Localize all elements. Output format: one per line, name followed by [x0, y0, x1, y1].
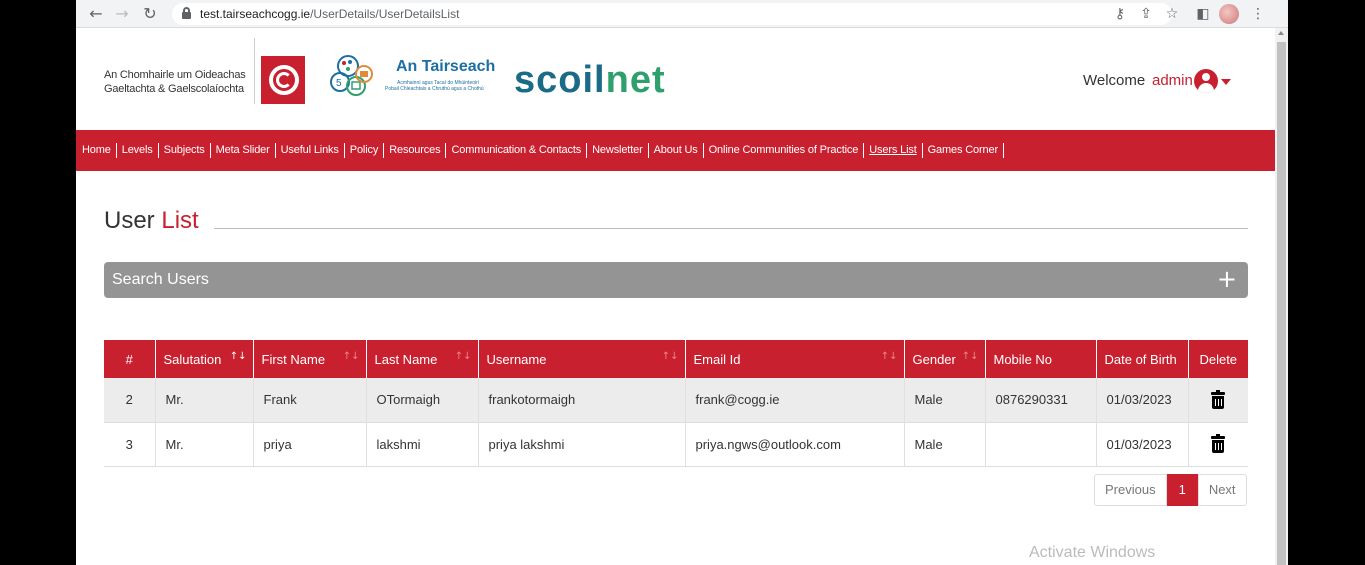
browser-toolbar: ← → ↻ test.tairseachcogg.ie/UserDetails/… — [76, 0, 1288, 28]
cell-gender: Male — [904, 378, 986, 423]
sort-icon[interactable]: ↑↓ — [662, 351, 679, 362]
activate-windows-watermark: Activate Windows — [1029, 544, 1156, 561]
col-gender[interactable]: Gender ↑↓ — [904, 340, 986, 378]
cell-last-name: OTormaigh — [366, 378, 479, 423]
tairseach-logo-icon[interactable]: 5 — [328, 52, 384, 98]
cell-username: frankotormaigh — [478, 378, 686, 423]
col-number: # — [104, 340, 156, 378]
bookmark-star-icon[interactable]: ☆ — [1162, 4, 1182, 24]
cell-first-name: Frank — [253, 378, 367, 423]
logo-divider — [254, 38, 255, 104]
sort-icon[interactable]: ↑↓ — [962, 351, 979, 362]
cell-email: frank@cogg.ie — [685, 378, 905, 423]
profile-avatar[interactable] — [1219, 4, 1239, 24]
nav-item-home[interactable]: Home — [82, 143, 117, 158]
col-mobile: Mobile No — [985, 340, 1097, 378]
key-icon[interactable]: ⚷ — [1110, 4, 1130, 24]
page-title: User List — [104, 207, 199, 234]
cell-dob: 01/03/2023 — [1096, 422, 1189, 467]
org-name: An Chomhairle um Oideachas Gaeltachta & … — [104, 69, 246, 95]
nav-item-about-us[interactable]: About Us — [649, 143, 704, 158]
cell-delete — [1188, 422, 1248, 467]
caret-down-icon[interactable] — [1221, 79, 1231, 85]
title-divider — [214, 228, 1248, 229]
cell-salutation: Mr. — [155, 378, 254, 423]
user-name[interactable]: admin — [1152, 72, 1193, 89]
address-bar[interactable]: test.tairseachcogg.ie/UserDetails/UserDe… — [172, 3, 1172, 25]
tairseach-title: An Tairseach — [396, 58, 496, 75]
svg-text:5: 5 — [336, 78, 342, 89]
col-dob: Date of Birth — [1096, 340, 1189, 378]
trash-icon[interactable] — [1211, 389, 1226, 409]
nav-item-subjects[interactable]: Subjects — [159, 143, 211, 158]
nav-item-useful-links[interactable]: Useful Links — [276, 143, 345, 158]
cell-mobile: 0876290331 — [985, 378, 1097, 423]
table-row: 3 Mr. priya lakshmi priya lakshmi priya.… — [104, 422, 1248, 467]
welcome-text: Welcome — [1083, 72, 1146, 89]
back-arrow-icon[interactable]: ← — [86, 4, 106, 24]
next-page-button[interactable]: Next — [1197, 474, 1247, 506]
browser-window: ← → ↻ test.tairseachcogg.ie/UserDetails/… — [76, 0, 1288, 565]
cell-mobile — [985, 422, 1097, 467]
scrollbar-thumb[interactable] — [1277, 42, 1286, 565]
search-users-panel[interactable]: Search Users + — [104, 262, 1248, 298]
reload-icon[interactable]: ↻ — [140, 4, 160, 24]
nav-item-users-list[interactable]: Users List — [864, 143, 923, 158]
search-users-label: Search Users — [112, 271, 209, 288]
cell-salutation: Mr. — [155, 422, 254, 467]
sort-icon[interactable]: ↑↓ — [343, 351, 360, 362]
share-icon[interactable]: ⇪ — [1136, 4, 1156, 24]
nav-item-communication-contacts[interactable]: Communication & Contacts — [446, 143, 588, 158]
nav-item-online-communities-of-practice[interactable]: Online Communities of Practice — [704, 143, 865, 158]
cell-dob: 01/03/2023 — [1096, 378, 1189, 423]
nav-item-resources[interactable]: Resources — [384, 143, 447, 158]
col-first-name[interactable]: First Name ↑↓ — [253, 340, 367, 378]
cogg-logo[interactable] — [261, 56, 305, 104]
kebab-menu-icon[interactable]: ⋮ — [1248, 4, 1268, 24]
url-text: test.tairseachcogg.ie/UserDetails/UserDe… — [200, 7, 460, 21]
cell-first-name: priya — [253, 422, 367, 467]
table-header-row: # Salutation ↑↓ First Name ↑↓ Last Name ↑↓ … — [104, 340, 1248, 378]
col-last-name[interactable]: Last Name ↑↓ — [366, 340, 479, 378]
cell-username: priya lakshmi — [478, 422, 686, 467]
table-row: 2 Mr. Frank OTormaigh frankotormaigh fra… — [104, 378, 1248, 423]
sort-icon[interactable]: ↑↓ — [881, 351, 898, 362]
main-nav: Home Levels Subjects Meta Slider Useful Link… — [76, 130, 1275, 171]
page-1-button[interactable]: 1 — [1166, 474, 1198, 506]
scroll-up-arrow-icon[interactable] — [1278, 31, 1284, 35]
col-email[interactable]: Email Id ↑↓ — [685, 340, 905, 378]
tairseach-subtitle: Acmhainní agus Tacaí do Mhúinteoirí Poba… — [385, 80, 484, 92]
cell-email: priya.ngws@outlook.com — [685, 422, 905, 467]
cell-delete — [1188, 378, 1248, 423]
lock-icon — [182, 7, 191, 19]
cell-number: 2 — [104, 378, 156, 423]
cell-gender: Male — [904, 422, 986, 467]
scoilnet-logo[interactable]: scoilnet — [514, 58, 666, 102]
pagination: Previous 1 Next — [1094, 474, 1247, 506]
col-delete: Delete — [1188, 340, 1248, 378]
nav-item-newsletter[interactable]: Newsletter — [587, 143, 649, 158]
nav-item-policy[interactable]: Policy — [345, 143, 385, 158]
users-table: # Salutation ↑↓ First Name ↑↓ Last Name ↑↓ … — [104, 340, 1248, 467]
trash-icon[interactable] — [1211, 434, 1226, 453]
previous-page-button[interactable]: Previous — [1094, 474, 1167, 506]
user-circle-icon[interactable] — [1194, 69, 1218, 93]
sort-icon[interactable]: ↑↓ — [455, 351, 472, 362]
col-salutation[interactable]: Salutation ↑↓ — [155, 340, 254, 378]
cell-last-name: lakshmi — [366, 422, 479, 467]
side-panel-icon[interactable]: ◧ — [1193, 4, 1213, 24]
col-username[interactable]: Username ↑↓ — [478, 340, 686, 378]
page-content: An Chomhairle um Oideachas Gaeltachta & … — [76, 28, 1275, 565]
forward-arrow-icon[interactable]: → — [112, 4, 132, 24]
plus-icon[interactable]: + — [1217, 266, 1237, 292]
vertical-scrollbar[interactable] — [1275, 28, 1288, 565]
nav-item-games-corner[interactable]: Games Corner — [923, 143, 1004, 158]
nav-item-meta-slider[interactable]: Meta Slider — [211, 143, 276, 158]
nav-item-levels[interactable]: Levels — [117, 143, 159, 158]
sort-icon[interactable]: ↑↓ — [230, 351, 247, 362]
cell-number: 3 — [104, 422, 156, 467]
